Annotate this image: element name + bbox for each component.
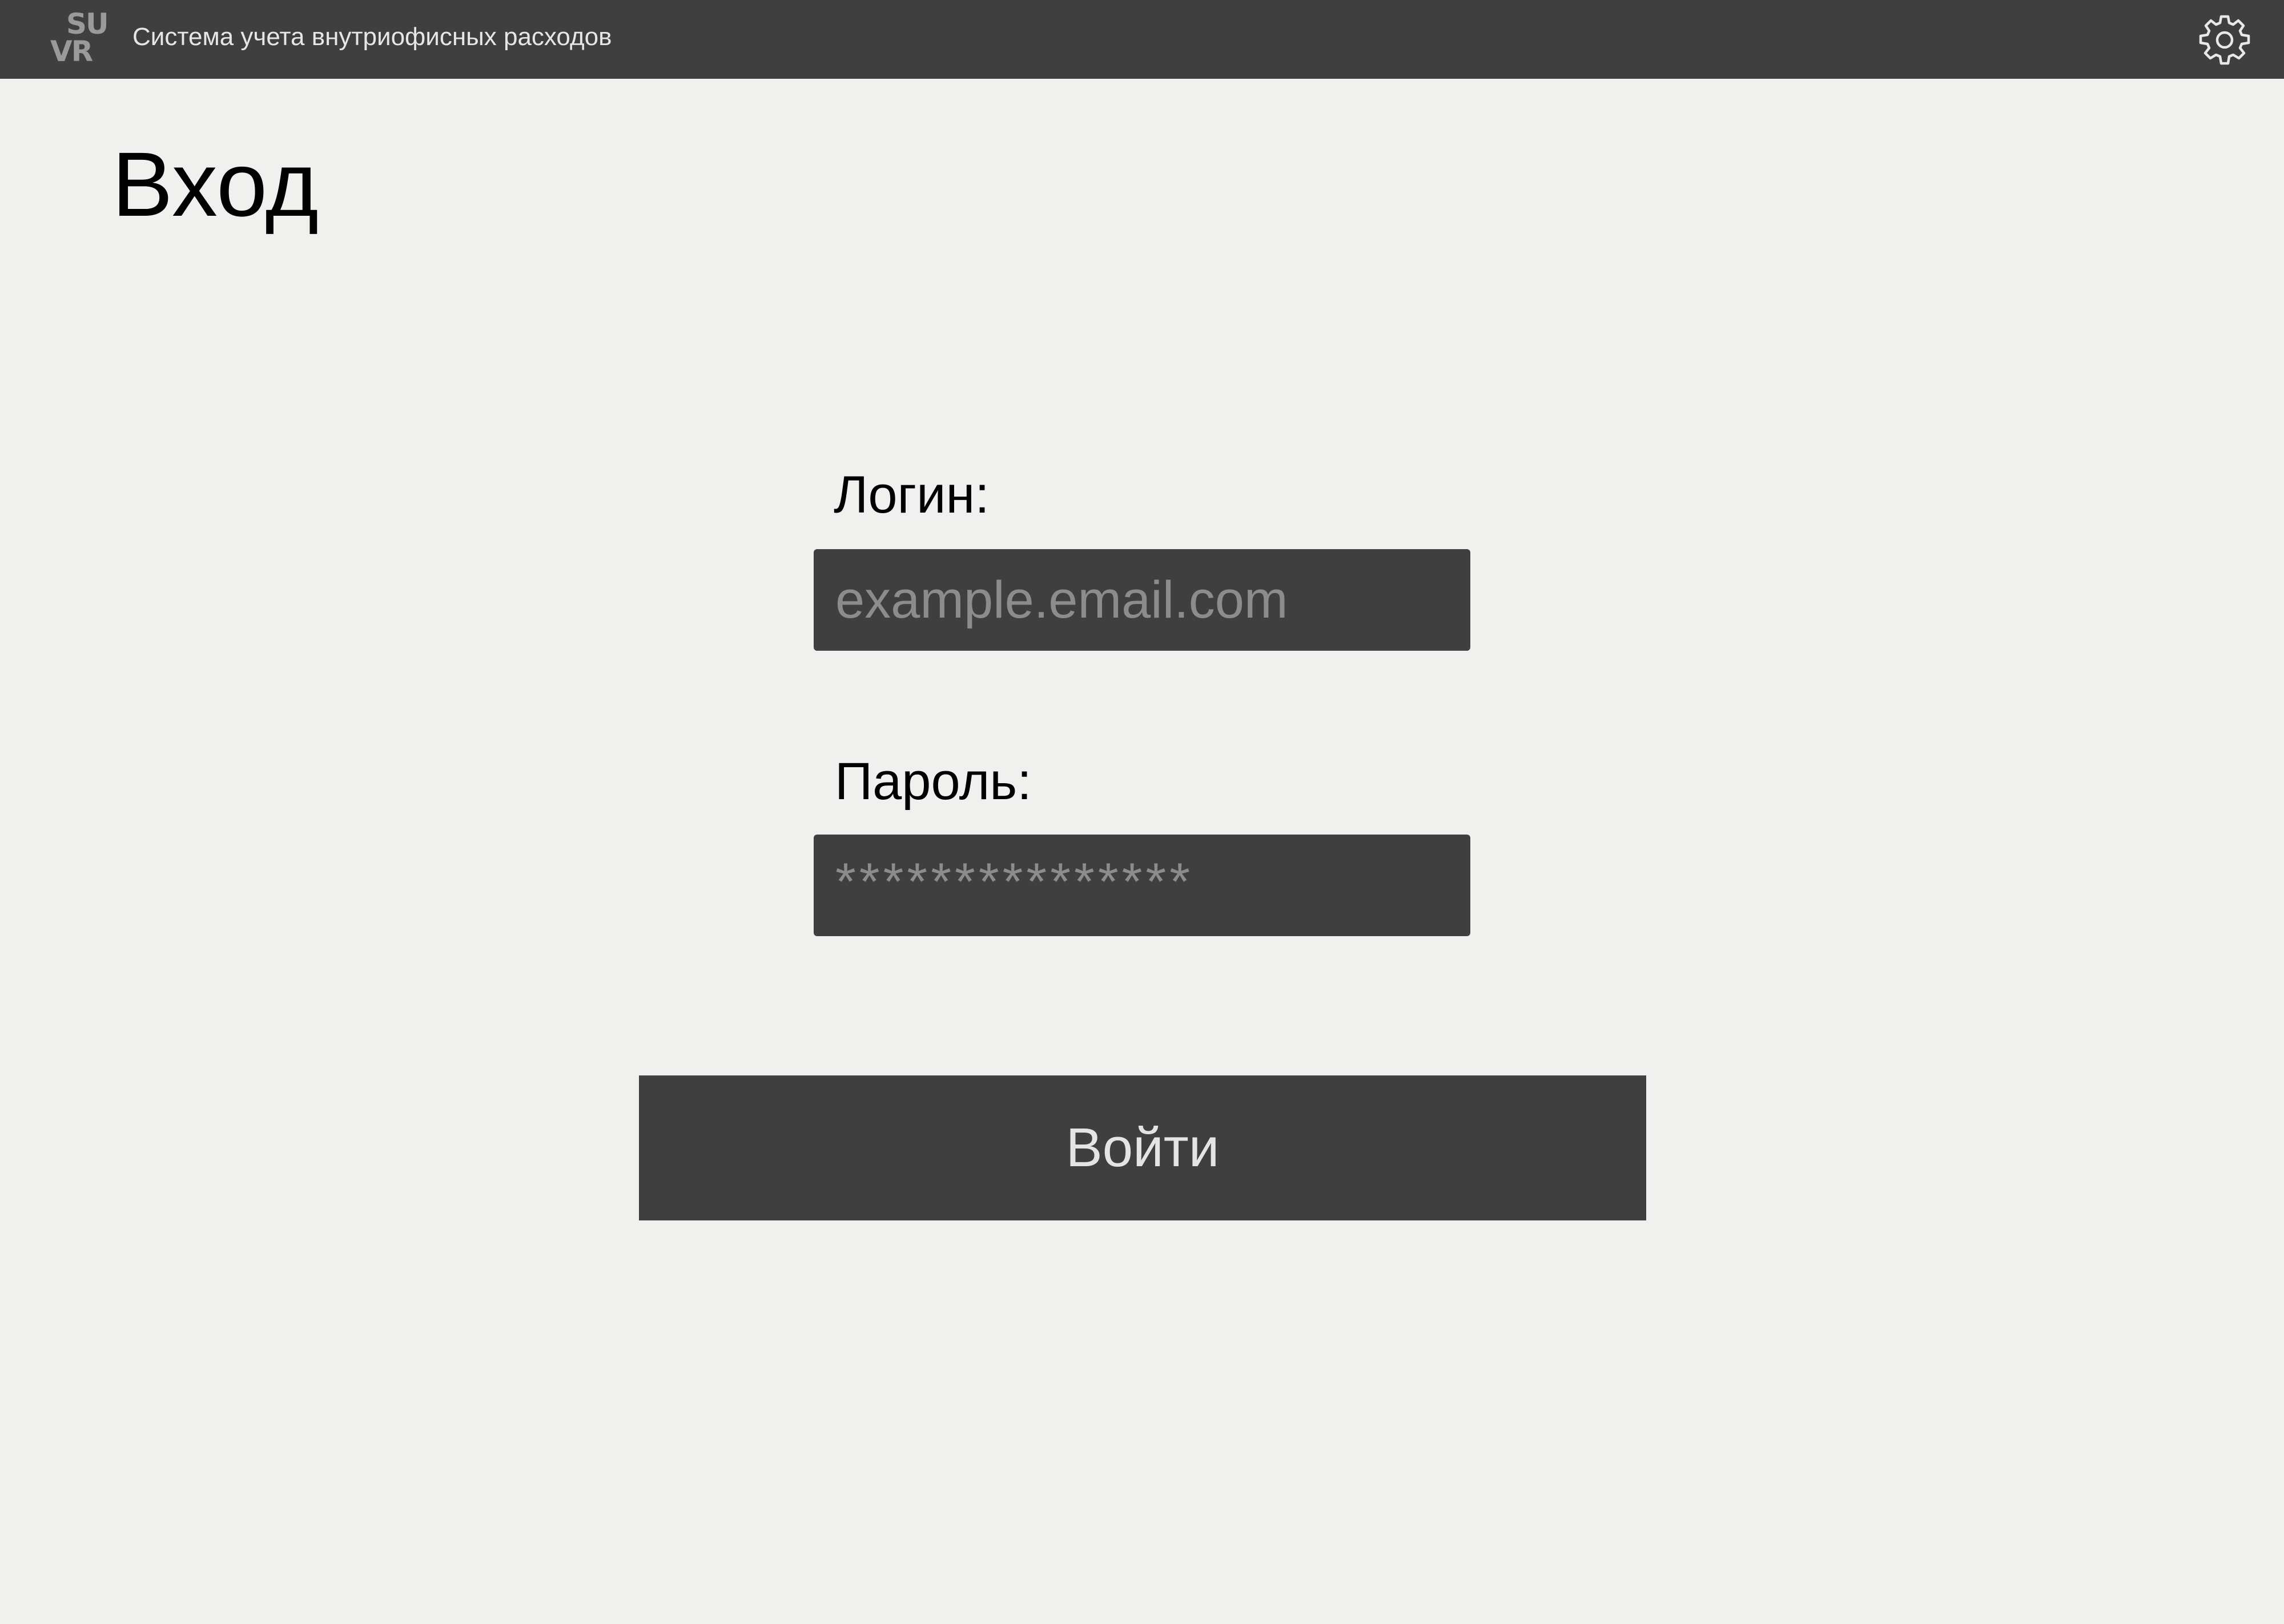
password-input[interactable]: *************** — [814, 835, 1470, 936]
login-page: SU VR Система учета внутриофисных расход… — [0, 0, 2284, 1624]
password-placeholder: *************** — [835, 852, 1194, 911]
logo-line-2: VR — [50, 35, 93, 68]
app-title: Система учета внутриофисных расходов — [132, 23, 612, 51]
login-placeholder: example.email.com — [835, 570, 1288, 629]
logo-line-1: SU — [66, 7, 109, 41]
login-label: Логин: — [834, 466, 990, 524]
login-button-label: Войти — [1065, 1117, 1220, 1178]
top-bar: SU VR Система учета внутриофисных расход… — [0, 0, 2284, 79]
gear-icon[interactable] — [2197, 13, 2252, 67]
app-logo: SU VR — [50, 10, 113, 67]
page-title: Вход — [112, 133, 319, 235]
password-label: Пароль: — [835, 752, 1032, 811]
login-input[interactable]: example.email.com — [814, 549, 1470, 651]
login-button[interactable]: Войти — [639, 1075, 1646, 1220]
